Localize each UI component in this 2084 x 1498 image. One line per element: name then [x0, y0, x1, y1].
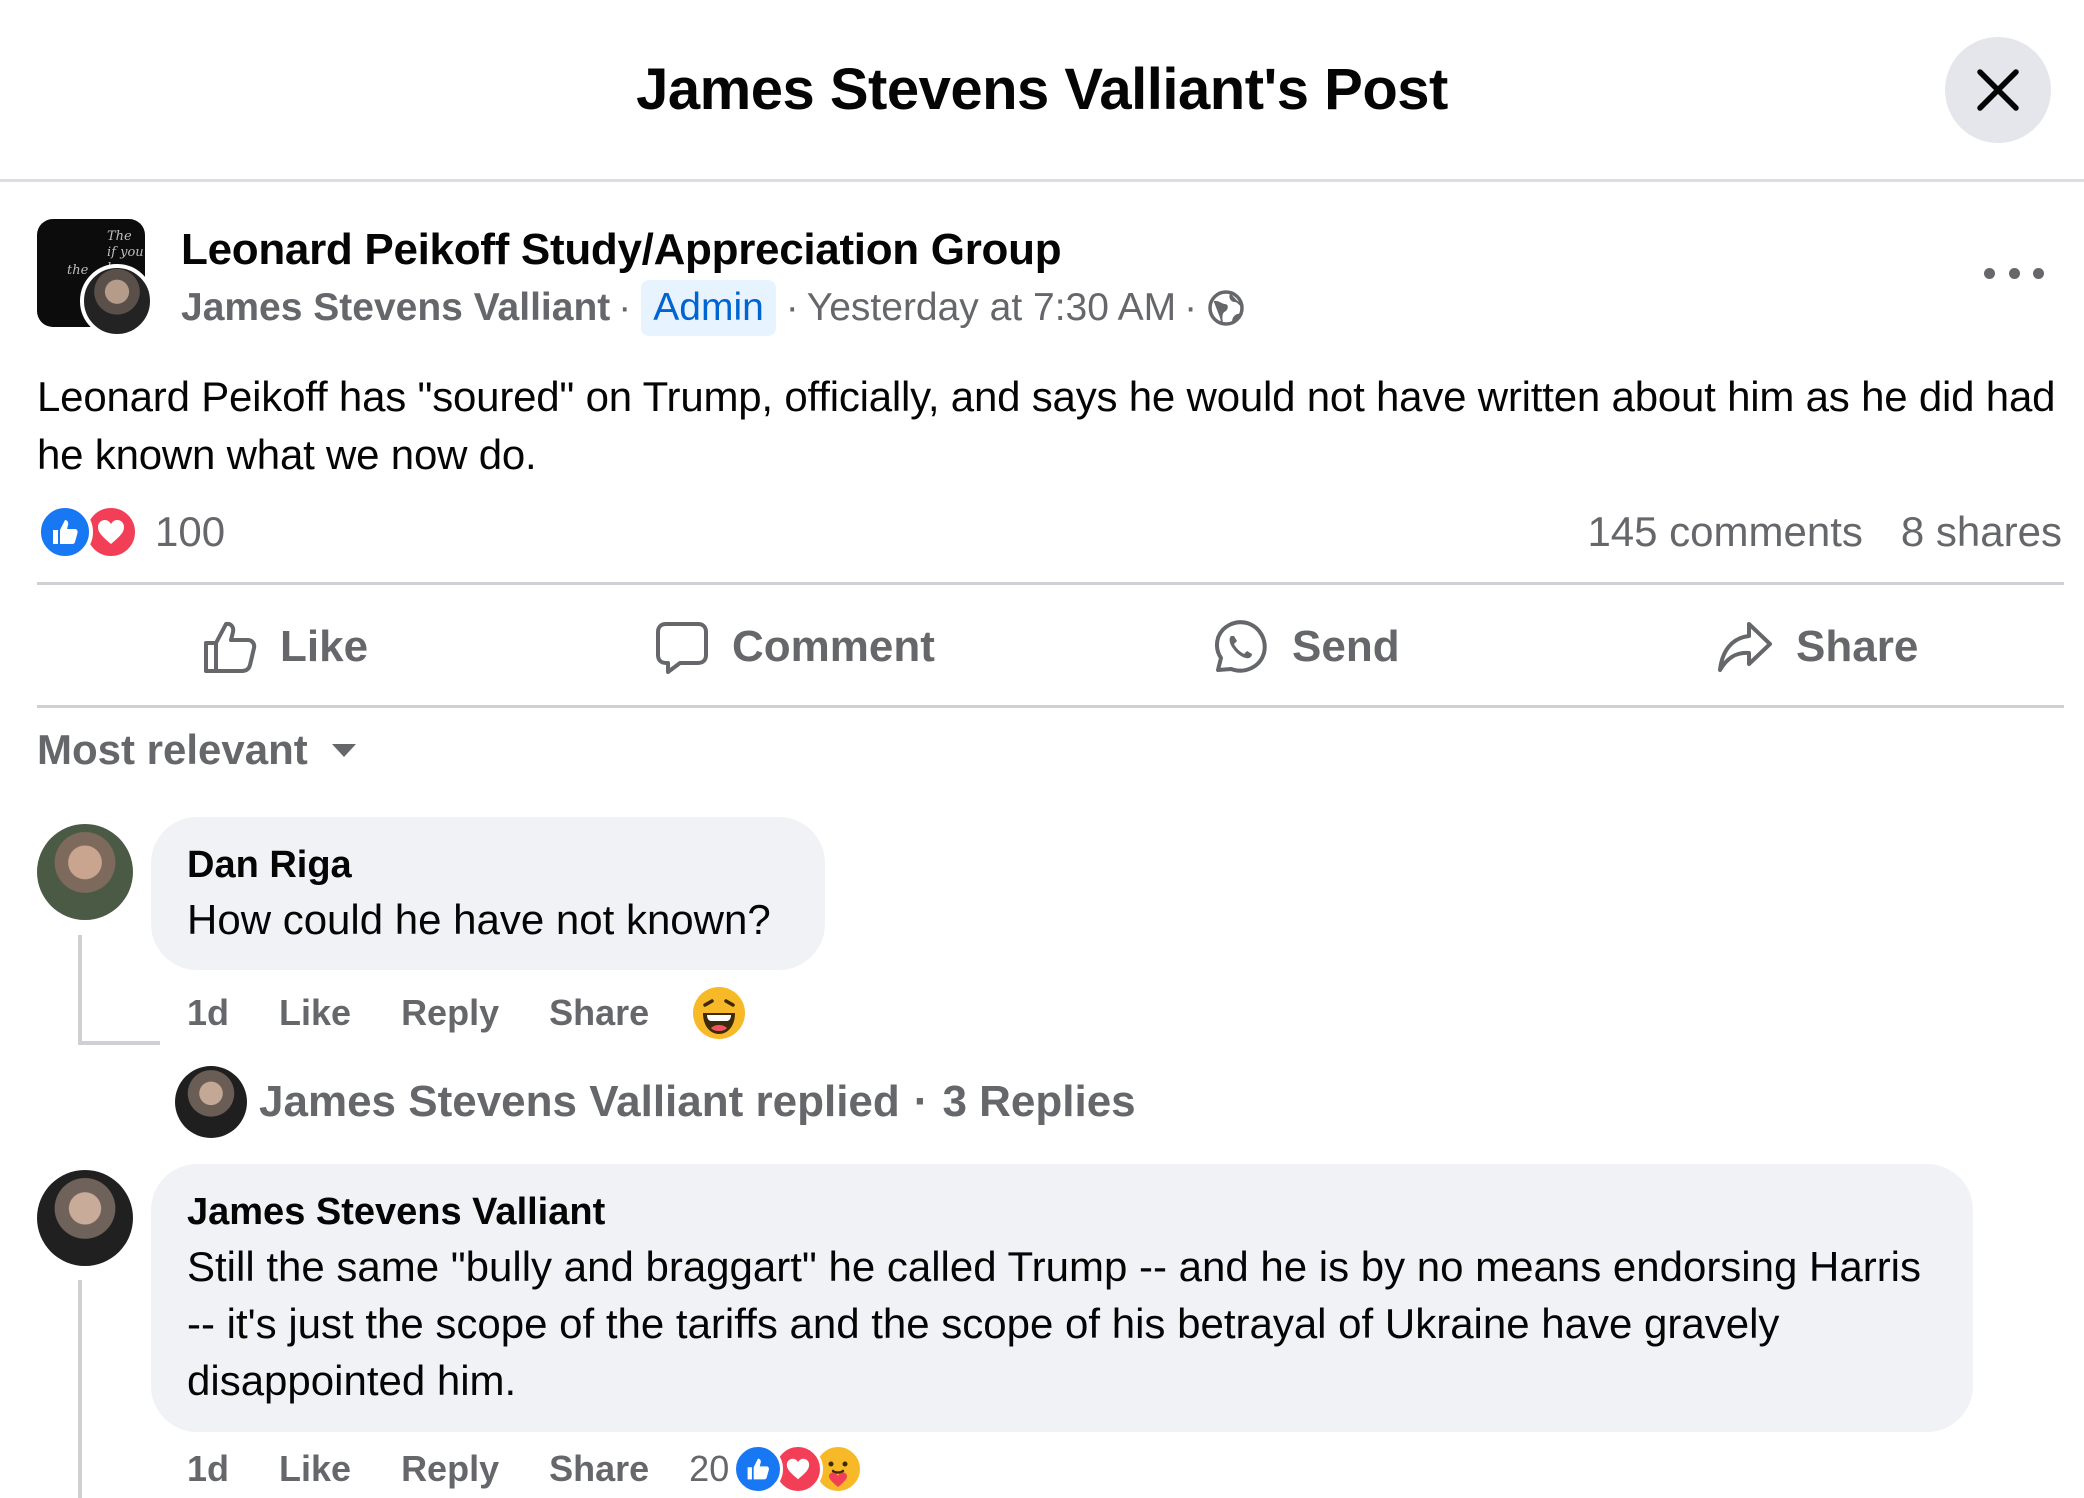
sort-label: Most relevant	[37, 726, 308, 773]
comments-count-link[interactable]: 145 comments	[1587, 508, 1862, 556]
reaction-count: 100	[155, 508, 226, 555]
comment-text: Still the same "bully and braggart" he c…	[187, 1243, 1922, 1404]
laughing-emoji-icon[interactable]	[691, 985, 747, 1041]
replied-text: James Stevens Valliant replied	[259, 1077, 900, 1126]
replies-count: 3 Replies	[942, 1077, 1136, 1126]
meta-separator: ·	[618, 286, 632, 329]
globe-icon	[1208, 290, 1244, 326]
like-button-label: Like	[280, 622, 369, 671]
divider	[37, 582, 2064, 585]
meta-separator: ·	[785, 286, 799, 329]
replied-separator: ·	[913, 1077, 929, 1126]
like-icon	[37, 504, 93, 560]
comment-button-label: Comment	[732, 622, 935, 671]
comment-share-button[interactable]: Share	[549, 992, 649, 1034]
page-title: James Stevens Valliant's Post	[636, 57, 1448, 122]
shares-count-link[interactable]: 8 shares	[1901, 508, 2062, 556]
caret-down-icon	[331, 744, 356, 757]
comment-reply-button[interactable]: Reply	[401, 1448, 499, 1490]
thread-line	[78, 1041, 160, 1045]
view-replies-link[interactable]: James Stevens Valliant replied · 3 Repli…	[175, 1066, 1136, 1138]
like-button[interactable]: Like	[202, 612, 368, 682]
avatar[interactable]	[37, 1170, 133, 1266]
comment-button[interactable]: Comment	[654, 612, 935, 682]
commenter-name-link[interactable]: Dan Riga	[187, 839, 789, 891]
more-icon	[1984, 267, 1995, 279]
comment-share-button[interactable]: Share	[549, 1448, 649, 1490]
avatar	[175, 1066, 247, 1138]
comment-text: How could he have not known?	[187, 896, 771, 943]
group-name-link[interactable]: Leonard Peikoff Study/Appreciation Group	[181, 225, 1062, 275]
divider	[37, 705, 2064, 708]
share-button[interactable]: Share	[1716, 612, 1918, 682]
close-button[interactable]	[1945, 37, 2051, 143]
dialog-header: James Stevens Valliant's Post	[0, 0, 2084, 182]
comment-time[interactable]: 1d	[187, 992, 229, 1034]
comment-time[interactable]: 1d	[187, 1448, 229, 1490]
more-options-button[interactable]	[1984, 258, 2044, 288]
like-icon	[733, 1444, 784, 1494]
send-button-label: Send	[1292, 622, 1400, 671]
comment-icon	[656, 622, 708, 674]
comment-bubble: Dan Riga How could he have not known?	[151, 817, 825, 970]
post-meta: James Stevens Valliant · Admin · Yesterd…	[181, 278, 1245, 338]
post-timestamp[interactable]: Yesterday at 7:30 AM	[807, 286, 1176, 330]
comment-actions: 1d Like Reply Share	[187, 987, 747, 1039]
send-button[interactable]: Send	[1210, 612, 1400, 682]
post-stats: 145 comments 8 shares	[1587, 508, 2062, 556]
reaction-summary[interactable]: 100	[37, 502, 225, 562]
admin-badge: Admin	[641, 280, 776, 336]
thumbs-up-icon	[204, 621, 257, 673]
post-body-text: Leonard Peikoff has "soured" on Trump, o…	[37, 373, 2056, 478]
author-avatar-badge[interactable]	[80, 264, 154, 338]
close-icon	[1977, 69, 2019, 111]
author-name-link[interactable]: James Stevens Valliant	[181, 286, 610, 330]
sort-dropdown[interactable]: Most relevant	[37, 726, 358, 774]
whatsapp-icon	[1215, 620, 1267, 673]
comment-actions: 1d Like Reply Share 20	[187, 1443, 864, 1495]
comment-like-button[interactable]: Like	[279, 992, 351, 1034]
thread-line	[78, 1280, 82, 1498]
meta-separator: ·	[1184, 286, 1198, 329]
thread-line	[78, 935, 82, 1045]
comment-like-button[interactable]: Like	[279, 1448, 351, 1490]
share-button-label: Share	[1796, 622, 1919, 671]
commenter-name-link[interactable]: James Stevens Valliant	[187, 1186, 1937, 1238]
share-icon	[1718, 622, 1772, 672]
comment-bubble: James Stevens Valliant Still the same "b…	[151, 1164, 1973, 1432]
avatar[interactable]	[37, 824, 133, 920]
comment-reply-button[interactable]: Reply	[401, 992, 499, 1034]
comment-reaction-count[interactable]: 20	[689, 1448, 729, 1490]
